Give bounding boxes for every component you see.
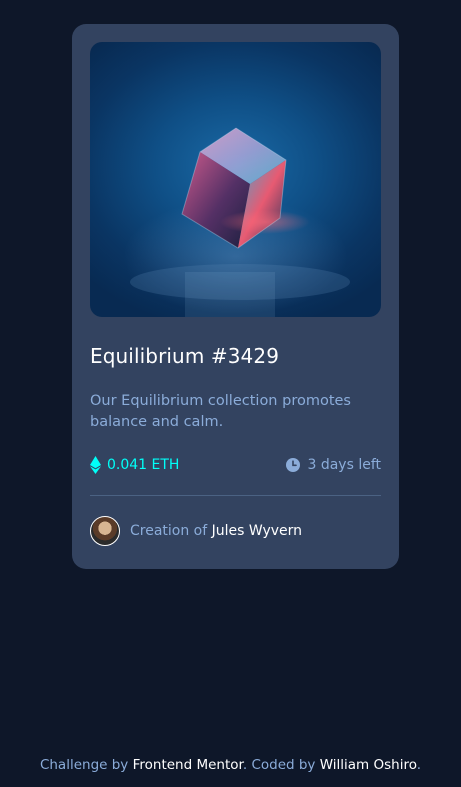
nft-title[interactable]: Equilibrium #3429 [90,344,279,368]
attribution: Challenge by Frontend Mentor. Coded by W… [0,757,461,773]
cube-illustration [130,127,350,317]
card-divider [90,495,381,496]
attribution-coded-text: Coded by [251,757,316,773]
nft-description: Our Equilibrium collection promotes bala… [90,393,351,430]
author-link[interactable]: William Oshiro [320,757,417,773]
attribution-end: . [416,757,422,773]
creator-prefix: Creation of [130,523,208,539]
time-left-value: 3 days left [307,457,381,473]
nft-card: Equilibrium #3429 Our Equilibrium collec… [72,24,399,569]
avatar [90,516,120,546]
price-value: 0.041 ETH [107,457,180,473]
clock-icon [286,458,301,472]
ethereum-icon [90,456,101,474]
attribution-challenge-text: Challenge by [39,757,129,773]
nft-artwork-image[interactable] [90,42,381,317]
frontend-mentor-link[interactable]: Frontend Mentor [133,757,243,773]
price-info: 0.041 ETH [90,455,179,475]
creator-row: Creation of Jules Wyvern [90,516,302,546]
time-left-info: 3 days left [286,455,381,475]
creator-name-link[interactable]: Jules Wyvern [212,523,302,539]
